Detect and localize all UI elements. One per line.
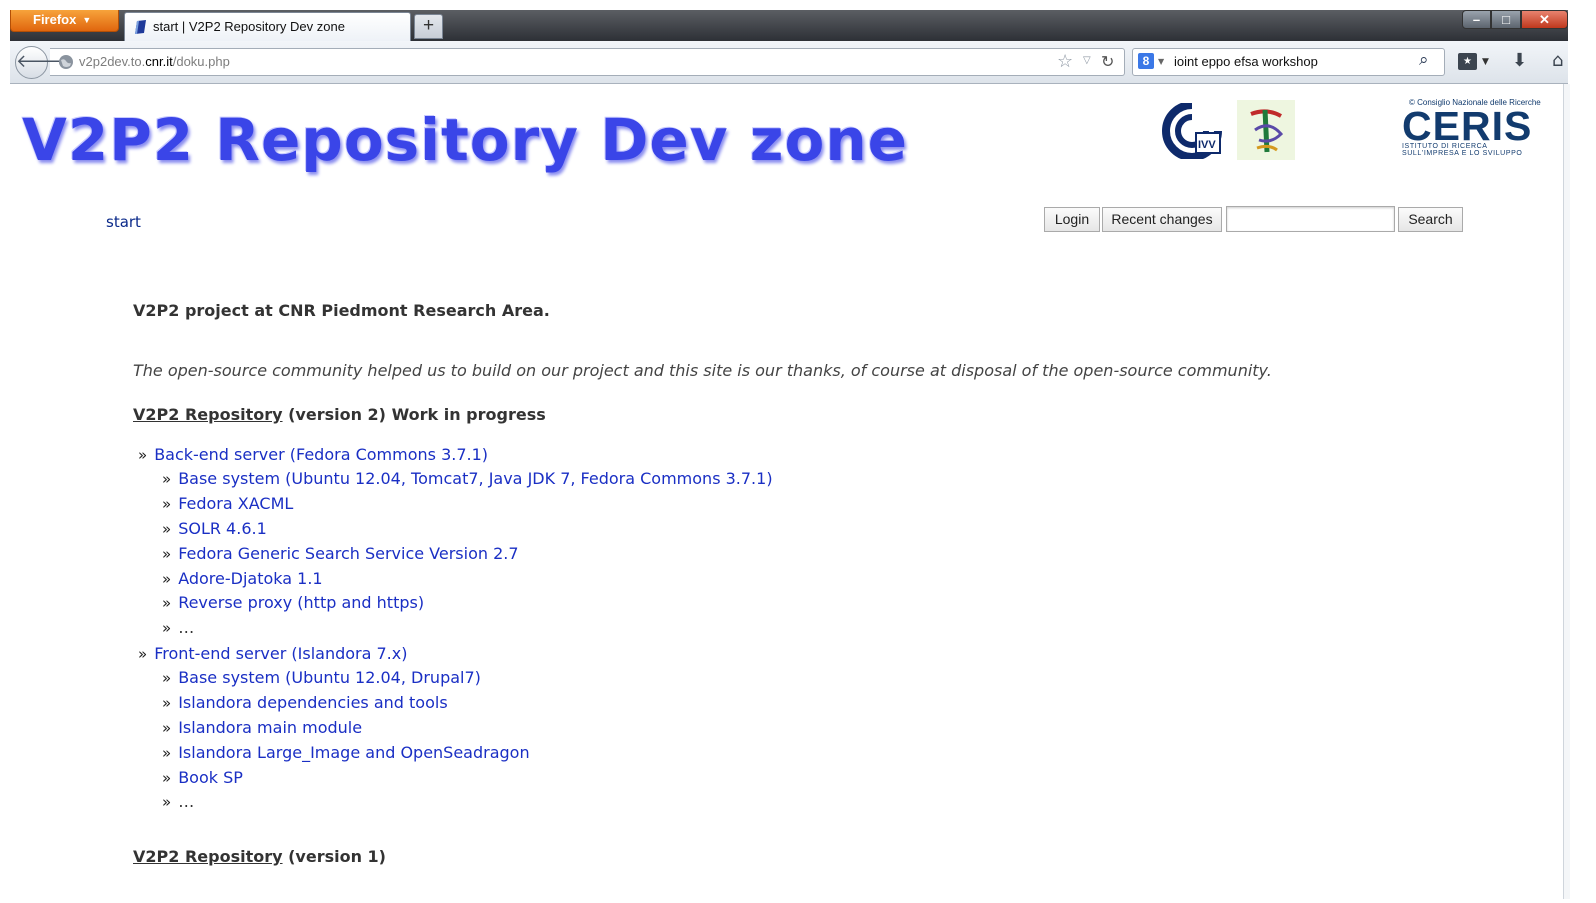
fedora-xacml-link[interactable]: Fedora XACML (178, 494, 293, 513)
reload-icon[interactable]: ↻ (1101, 52, 1114, 71)
bullet-icon: » (162, 470, 172, 488)
search-engine-icon[interactable]: 8 (1138, 53, 1154, 69)
back-button[interactable]: 🡐 (15, 46, 64, 79)
home-icon[interactable]: ⌂ (1552, 50, 1563, 71)
backend-link[interactable]: Back-end server (Fedora Commons 3.7.1) (154, 445, 488, 464)
cnr-logo: IVV (1162, 103, 1222, 159)
bookmark-star-icon[interactable]: ☆ (1057, 51, 1073, 72)
list-item[interactable]: » Islandora main module (162, 718, 362, 737)
list-item[interactable]: » Reverse proxy (http and https) (162, 593, 424, 612)
list-item[interactable]: » Fedora XACML (162, 494, 293, 513)
solr-link[interactable]: SOLR 4.6.1 (178, 519, 267, 538)
frontend-base-system-link[interactable]: Base system (Ubuntu 12.04, Drupal7) (178, 668, 481, 687)
dokuwiki-favicon-icon (135, 20, 146, 34)
page-scrollbar[interactable] (1563, 84, 1570, 899)
heading-version-2: V2P2 Repository (version 2) Work in prog… (133, 405, 546, 424)
list-item[interactable]: » Book SP (162, 768, 243, 787)
browser-search-input[interactable]: ioint eppo efsa workshop (1174, 54, 1318, 69)
bookmarks-dropdown-icon[interactable]: ▼ (1482, 57, 1489, 67)
list-item[interactable]: » Fedora Generic Search Service Version 2… (162, 544, 519, 563)
list-item-backend[interactable]: » Back-end server (Fedora Commons 3.7.1) (138, 445, 488, 464)
window-minimize-button[interactable]: – (1462, 10, 1491, 29)
globe-icon (59, 55, 73, 69)
v2p2-repository-link[interactable]: V2P2 Repository (133, 405, 283, 424)
list-item[interactable]: » Islandora dependencies and tools (162, 693, 448, 712)
bullet-icon: » (138, 446, 148, 464)
bullet-icon: » (162, 594, 172, 612)
fedora-gsearch-link[interactable]: Fedora Generic Search Service Version 2.… (178, 544, 518, 563)
window-close-button[interactable]: ✕ (1521, 10, 1568, 29)
list-item: »… (162, 618, 194, 637)
url-domain: cnr.it (145, 54, 173, 69)
tab-start[interactable]: start | V2P2 Repository Dev zone (124, 12, 411, 41)
firefox-menu-button[interactable]: Firefox ▼ (10, 10, 119, 32)
bullet-icon: » (162, 793, 172, 811)
bullet-icon: » (162, 769, 172, 787)
bullet-icon: » (162, 520, 172, 538)
page-search-input[interactable] (1226, 206, 1395, 232)
list-item[interactable]: » Islandora Large_Image and OpenSeadragon (162, 743, 530, 762)
download-icon[interactable]: ⬇ (1512, 50, 1527, 71)
list-item[interactable]: » Base system (Ubuntu 12.04, Tomcat7, Jav… (162, 469, 773, 488)
chevron-down-icon: ▼ (82, 15, 92, 25)
ceris-logo: CERIS (1402, 103, 1533, 149)
url-subdomain: v2p2dev.to. (79, 54, 146, 69)
intro-text: V2P2 project at CNR Piedmont Research Ar… (133, 301, 550, 320)
heading-version-2-text: (version 2) Work in progress (282, 405, 546, 424)
window-maximize-button[interactable]: □ (1491, 10, 1521, 29)
v2p2-repository-v1-link[interactable]: V2P2 Repository (133, 847, 283, 866)
new-tab-button[interactable]: + (414, 14, 443, 39)
url-text[interactable]: v2p2dev.to.cnr.it/doku.php (79, 54, 230, 69)
bullet-icon: » (162, 545, 172, 563)
islandora-large-image-link[interactable]: Islandora Large_Image and OpenSeadragon (178, 743, 529, 762)
tab-title: start | V2P2 Repository Dev zone (153, 19, 345, 34)
list-item: »… (162, 792, 194, 811)
bookmarks-menu-icon[interactable]: ★ (1458, 53, 1477, 70)
url-history-dropdown-icon[interactable]: ▽ (1083, 55, 1091, 66)
bullet-icon: » (162, 570, 172, 588)
bullet-icon: » (162, 694, 172, 712)
breadcrumb-start-link[interactable]: start (106, 213, 141, 231)
bullet-icon: » (162, 669, 172, 687)
bullet-icon: » (138, 645, 148, 663)
search-icon[interactable]: ⌕ (1419, 50, 1429, 70)
ivv-logo (1237, 100, 1295, 160)
backend-base-system-link[interactable]: Base system (Ubuntu 12.04, Tomcat7, Java… (178, 469, 772, 488)
search-button[interactable]: Search (1398, 207, 1463, 232)
heading-version-1-text: (version 1) (282, 847, 386, 866)
list-item[interactable]: » SOLR 4.6.1 (162, 519, 267, 538)
islandora-main-module-link[interactable]: Islandora main module (178, 718, 362, 737)
frontend-more-ellipsis: … (178, 792, 195, 811)
islandora-dependencies-link[interactable]: Islandora dependencies and tools (178, 693, 447, 712)
reverse-proxy-link[interactable]: Reverse proxy (http and https) (178, 593, 424, 612)
bullet-icon: » (162, 619, 172, 637)
login-button[interactable]: Login (1044, 207, 1100, 232)
thanks-text: The open-source community helped us to b… (133, 361, 1272, 380)
bullet-icon: » (162, 495, 172, 513)
url-path: /doku.php (172, 54, 230, 69)
search-engine-dropdown-icon[interactable]: ▼ (1158, 57, 1164, 66)
list-item[interactable]: » Base system (Ubuntu 12.04, Drupal7) (162, 668, 481, 687)
ceris-subtitle-line1: ISTITUTO DI RICERCA (1402, 143, 1488, 150)
bullet-icon: » (162, 719, 172, 737)
backend-more-ellipsis: … (178, 618, 195, 637)
adore-djatoka-link[interactable]: Adore-Djatoka 1.1 (178, 569, 322, 588)
firefox-menu-label: Firefox (33, 12, 77, 27)
recent-changes-button[interactable]: Recent changes (1102, 207, 1222, 232)
bullet-icon: » (162, 744, 172, 762)
svg-text:IVV: IVV (1198, 139, 1216, 151)
heading-version-1: V2P2 Repository (version 1) (133, 847, 386, 866)
list-item-frontend[interactable]: » Front-end server (Islandora 7.x) (138, 644, 407, 663)
list-item[interactable]: » Adore-Djatoka 1.1 (162, 569, 323, 588)
site-title[interactable]: V2P2 Repository Dev zone (22, 106, 908, 174)
ceris-subtitle-line2: SULL'IMPRESA E LO SVILUPPO (1402, 150, 1523, 157)
frontend-link[interactable]: Front-end server (Islandora 7.x) (154, 644, 407, 663)
book-sp-link[interactable]: Book SP (178, 768, 243, 787)
